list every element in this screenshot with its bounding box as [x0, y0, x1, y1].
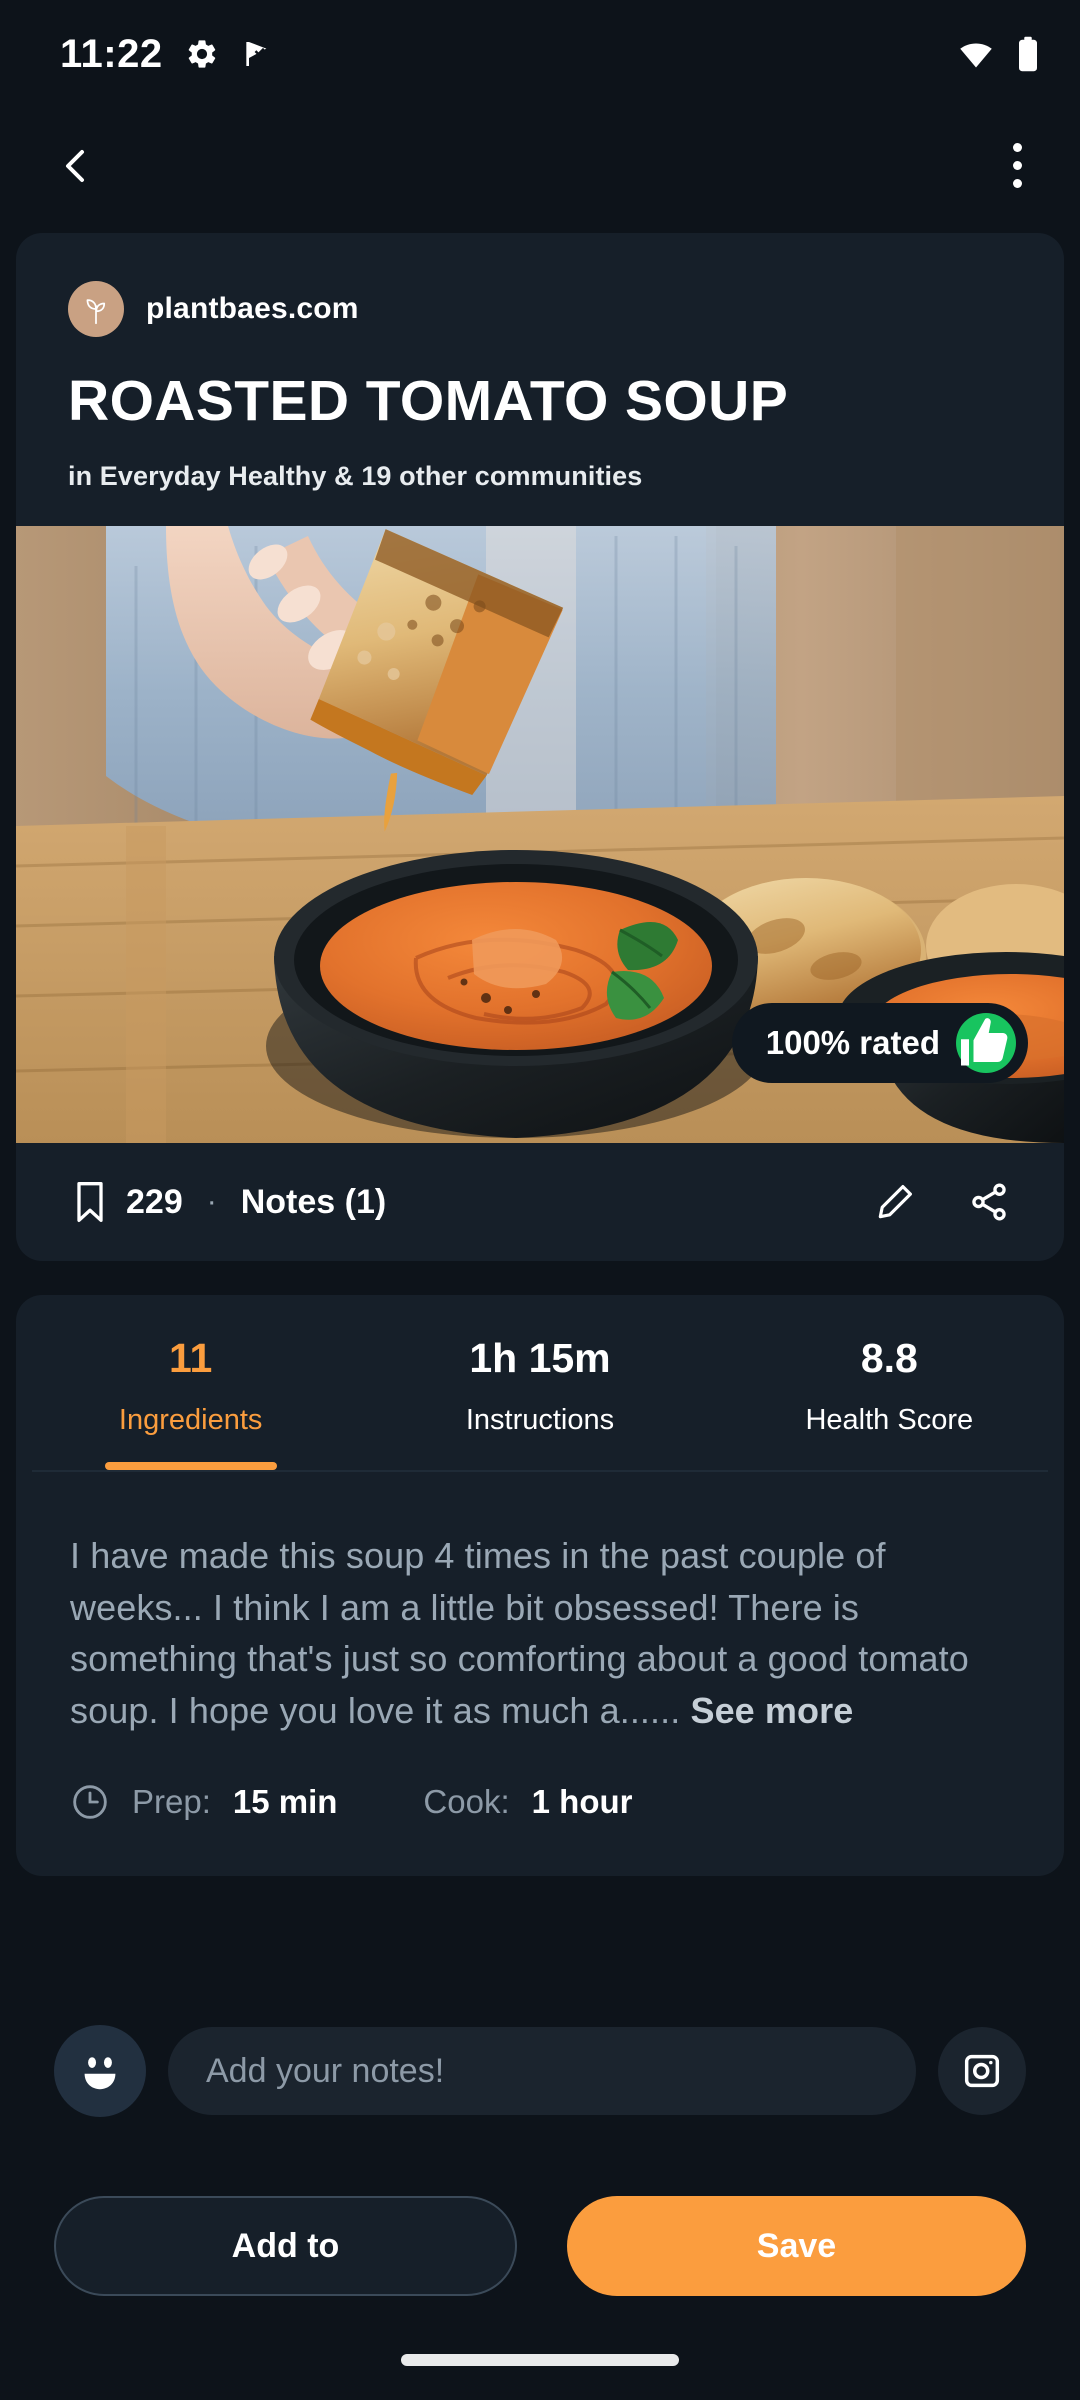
camera-button[interactable]	[938, 2027, 1026, 2115]
tab-inactive-indicator-2	[803, 1462, 975, 1470]
status-bar-left: 11:22	[60, 32, 273, 77]
tab-active-indicator	[104, 1462, 277, 1471]
pencil-icon[interactable]	[874, 1181, 916, 1223]
share-icon[interactable]	[968, 1181, 1010, 1223]
plant-sprout-icon	[68, 281, 124, 337]
app-top-bar	[0, 108, 1080, 223]
recipe-tabs: 11 Ingredients 1h 15m Instructions 8.8 H…	[16, 1335, 1064, 1471]
tab-instructions-value: 1h 15m	[469, 1335, 611, 1382]
bookmark-count: 229	[126, 1182, 183, 1221]
tab-ingredients-value: 11	[168, 1335, 213, 1382]
recipe-photo[interactable]: 100% rated	[16, 526, 1064, 1144]
recipe-times: Prep: 15 min Cook: 1 hour	[16, 1736, 1064, 1877]
see-more-link[interactable]: See more	[690, 1690, 853, 1731]
action-bar-right	[874, 1181, 1018, 1223]
tab-ingredients[interactable]: 11 Ingredients	[16, 1335, 365, 1471]
home-indicator	[401, 2354, 679, 2366]
tab-inactive-indicator	[454, 1462, 626, 1470]
status-bar-clock: 11:22	[60, 31, 163, 76]
wifi-icon	[958, 36, 994, 72]
recipe-header: plantbaes.com ROASTED TOMATO SOUP in Eve…	[16, 233, 1064, 526]
status-bar-right	[958, 36, 1040, 72]
smiley-face-icon	[54, 2025, 146, 2117]
status-bar: 11:22	[0, 0, 1080, 108]
tab-instructions[interactable]: 1h 15m Instructions	[365, 1335, 714, 1470]
tab-instructions-label: Instructions	[465, 1404, 615, 1437]
separator-dot: ·	[206, 1185, 217, 1219]
battery-icon	[1016, 36, 1040, 72]
notes-count-label[interactable]: Notes (1)	[241, 1183, 386, 1222]
recipe-detail-screen: 11:22 plantbaes.com ROASTED TOMATO SOUP …	[0, 0, 1080, 2400]
tab-health-score[interactable]: 8.8 Health Score	[715, 1335, 1064, 1470]
recipe-hero-card: plantbaes.com ROASTED TOMATO SOUP in Eve…	[16, 233, 1064, 1144]
clock-icon	[70, 1782, 110, 1822]
communities-label: in Everyday Healthy & 19 other communiti…	[68, 461, 643, 492]
brand-row[interactable]: plantbaes.com	[68, 281, 1012, 337]
bottom-button-row: Add to Save	[0, 2196, 1080, 2296]
cook-value: 1 hour	[531, 1783, 633, 1821]
tab-ingredients-label: Ingredients	[118, 1404, 263, 1437]
action-bar-left: 229 · Notes (1)	[72, 1180, 386, 1224]
status-badge: 100% rated	[731, 1003, 1028, 1084]
prep-label: Prep:	[132, 1783, 211, 1821]
thumbs-up-icon	[956, 1013, 1016, 1074]
brand-name: plantbaes.com	[146, 292, 359, 325]
rating-text: 100% rated	[765, 1024, 940, 1062]
back-button[interactable]	[52, 142, 100, 190]
tab-health-score-label: Health Score	[805, 1404, 974, 1437]
flag-check-icon	[241, 38, 273, 70]
cook-label: Cook:	[423, 1783, 510, 1821]
recipe-description-section: I have made this soup 4 times in the pas…	[16, 1472, 1064, 1737]
save-button[interactable]: Save	[567, 2196, 1026, 2296]
note-input-field[interactable]: Add your notes!	[168, 2027, 916, 2115]
prep-value: 15 min	[232, 1783, 338, 1821]
tab-health-score-value: 8.8	[860, 1335, 918, 1382]
note-input-row: Add your notes!	[0, 2025, 1080, 2117]
add-to-button[interactable]: Add to	[54, 2196, 517, 2296]
recipe-tabs-card: 11 Ingredients 1h 15m Instructions 8.8 H…	[16, 1295, 1064, 1473]
page-title: ROASTED TOMATO SOUP	[68, 369, 789, 433]
bookmark-icon[interactable]	[72, 1180, 108, 1224]
gear-icon	[185, 37, 219, 71]
note-input-placeholder: Add your notes!	[206, 2051, 445, 2090]
recipe-description: I have made this soup 4 times in the pas…	[70, 1530, 1010, 1736]
more-vertical-icon[interactable]	[1003, 133, 1032, 198]
recipe-action-bar: 229 · Notes (1)	[16, 1143, 1064, 1262]
main-bowl	[266, 850, 766, 1139]
